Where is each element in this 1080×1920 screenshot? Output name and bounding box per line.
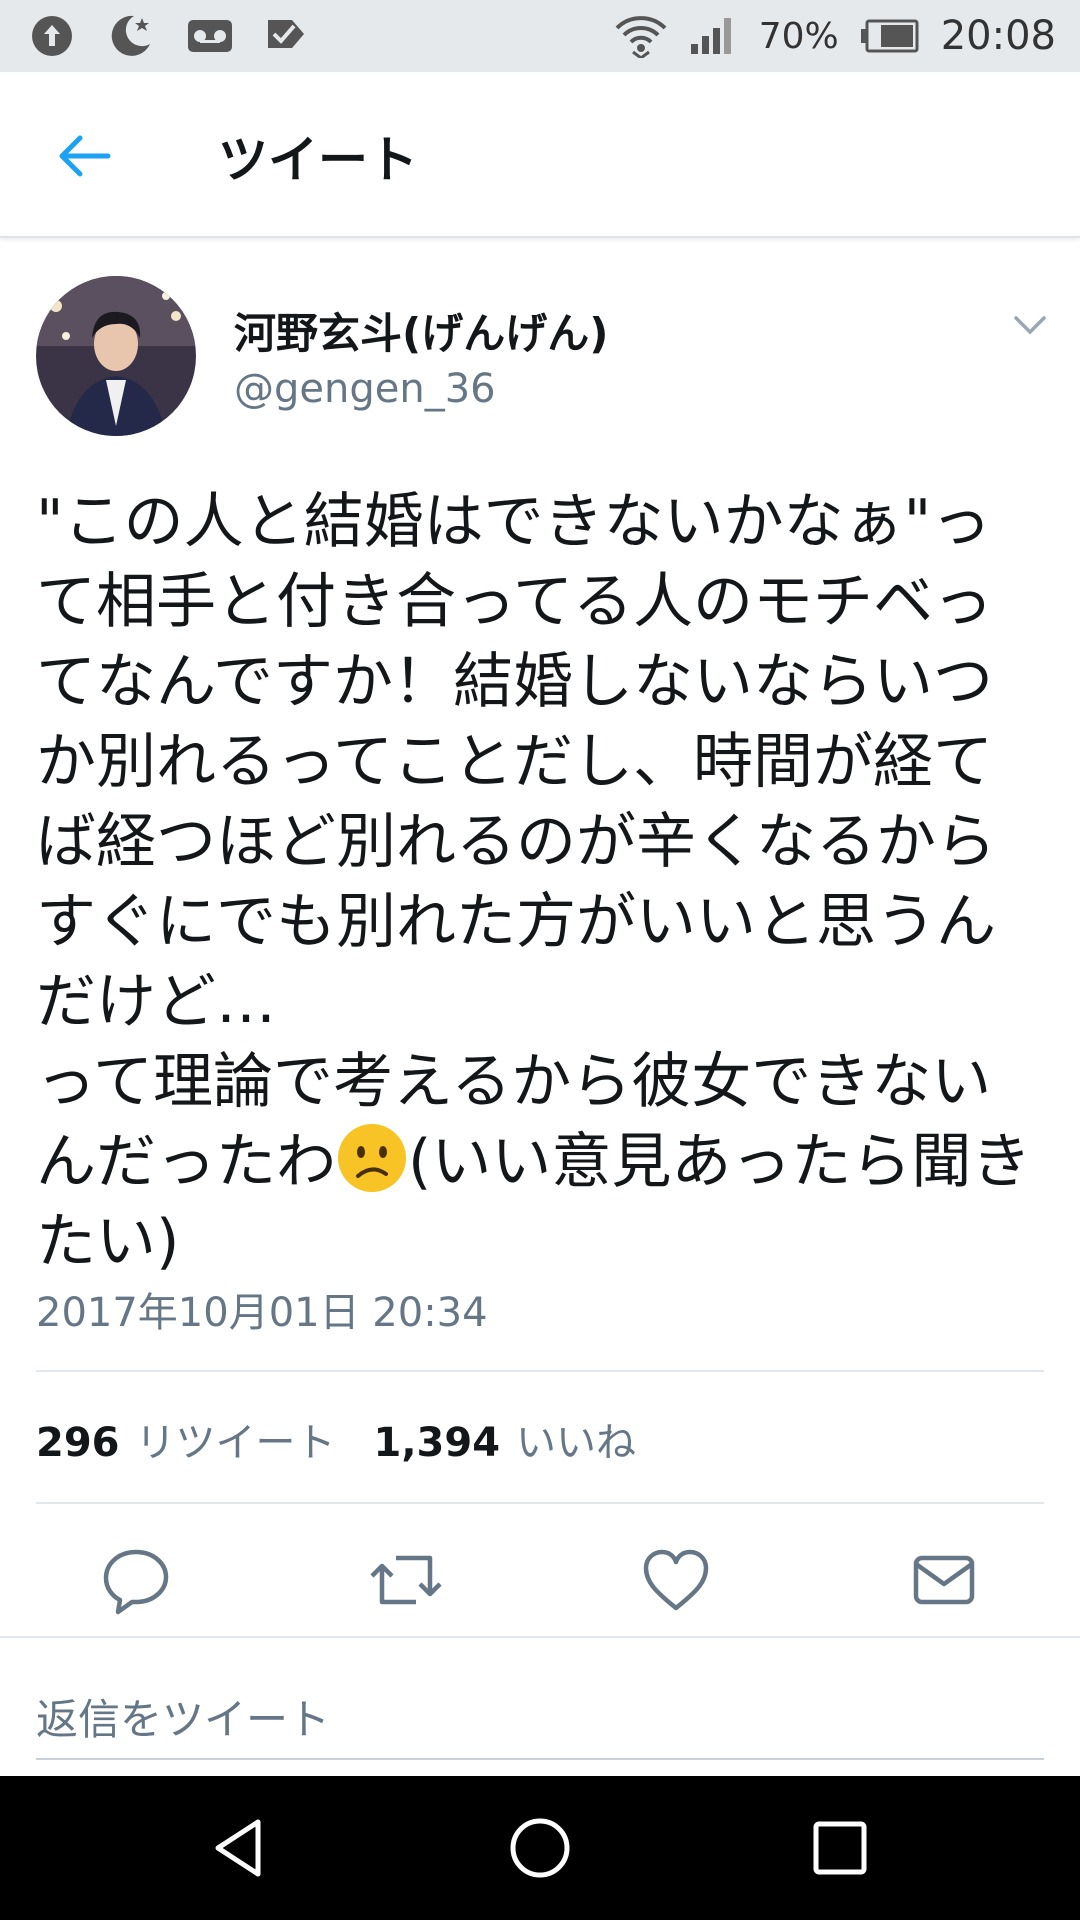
confused-face-emoji (338, 1124, 406, 1192)
status-bar-right: 70% 20:08 (593, 13, 1056, 59)
voicemail-icon (188, 20, 232, 52)
signal-icon (690, 18, 731, 54)
author-name[interactable]: 河野玄斗(げんげん) (234, 300, 608, 361)
like-label[interactable]: いいね (516, 1410, 636, 1468)
tweet-actions (0, 1540, 1080, 1620)
home-circle-icon[interactable] (504, 1812, 576, 1884)
tweet-timestamp[interactable]: 2017年10月01日 20:34 (36, 1280, 488, 1338)
reply-input[interactable]: 返信をツイート (36, 1680, 1044, 1760)
check-icon (268, 20, 304, 48)
heart-icon[interactable] (636, 1540, 716, 1620)
mail-icon[interactable] (904, 1540, 984, 1620)
reply-icon[interactable] (96, 1540, 176, 1620)
battery-icon (860, 19, 919, 53)
navigation-bar (0, 1776, 1080, 1920)
avatar-image (36, 276, 196, 436)
retweet-count[interactable]: 296 (36, 1420, 120, 1466)
author-handle[interactable]: @gengen_36 (234, 366, 496, 412)
chevron-down-icon[interactable] (1010, 304, 1050, 344)
wifi-icon (615, 16, 667, 58)
avatar[interactable] (36, 276, 196, 436)
reply-underline (36, 1758, 1044, 1760)
status-bar-left (30, 10, 338, 62)
page-title: ツイート (218, 131, 418, 189)
arrow-left-icon[interactable] (52, 124, 116, 188)
app-header: ツイート (0, 72, 1080, 238)
divider (36, 1502, 1044, 1504)
battery-percent: 70% (758, 15, 839, 57)
retweet-icon[interactable] (366, 1540, 446, 1620)
upload-icon (32, 16, 72, 56)
tweet-text-part1: "この人と結婚はできないかなぁ"って相手と付き合ってる人のモチベってなんですか！… (36, 487, 996, 1197)
moon-icon (111, 15, 150, 56)
divider (0, 1636, 1080, 1638)
back-triangle-icon[interactable] (204, 1812, 276, 1884)
tweet-stats: 296 リツイート 1,394 いいね (36, 1410, 674, 1468)
divider (36, 1370, 1044, 1372)
status-bar: 70% 20:08 (0, 0, 1080, 72)
tweet-text: "この人と結婚はできないかなぁ"って相手と付き合ってる人のモチベってなんですか！… (36, 482, 1046, 1282)
retweet-label[interactable]: リツイート (136, 1410, 336, 1468)
clock: 20:08 (940, 13, 1056, 59)
recents-square-icon[interactable] (804, 1812, 876, 1884)
like-count[interactable]: 1,394 (374, 1420, 501, 1466)
